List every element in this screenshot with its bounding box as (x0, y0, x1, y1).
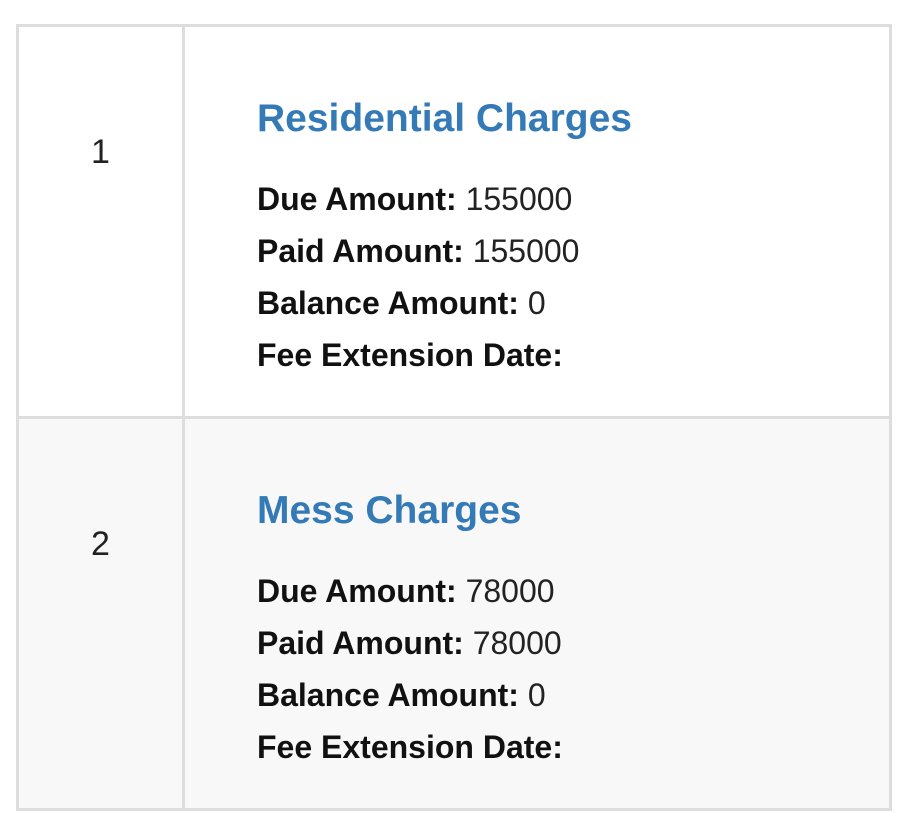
fee-extension-date-label: Fee Extension Date: (257, 337, 563, 373)
charge-details: Residential Charges Due Amount: 155000 P… (182, 24, 892, 419)
row-number: 2 (16, 416, 185, 811)
fee-extension-date-label: Fee Extension Date: (257, 729, 563, 765)
charge-details: Mess Charges Due Amount: 78000 Paid Amou… (182, 416, 892, 811)
balance-amount-label: Balance Amount: (257, 677, 519, 713)
charge-fields: Due Amount: 78000 Paid Amount: 78000 Bal… (257, 565, 889, 773)
balance-amount-label: Balance Amount: (257, 285, 519, 321)
balance-amount-line: Balance Amount: 0 (257, 277, 889, 329)
table-row: 2 Mess Charges Due Amount: 78000 Paid Am… (16, 416, 892, 811)
charge-title: Residential Charges (257, 97, 632, 140)
fee-extension-date-line: Fee Extension Date: (257, 329, 889, 381)
balance-amount-value: 0 (527, 285, 546, 321)
paid-amount-value: 155000 (472, 233, 580, 269)
due-amount-label: Due Amount: (257, 573, 457, 609)
balance-amount-line: Balance Amount: 0 (257, 669, 889, 721)
paid-amount-line: Paid Amount: 155000 (257, 225, 889, 277)
paid-amount-label: Paid Amount: (257, 625, 464, 661)
row-number: 1 (16, 24, 185, 419)
balance-amount-value: 0 (527, 677, 546, 713)
due-amount-line: Due Amount: 155000 (257, 173, 889, 225)
charge-fields: Due Amount: 155000 Paid Amount: 155000 B… (257, 173, 889, 381)
fee-details-table: 1 Residential Charges Due Amount: 155000… (16, 24, 892, 811)
fee-extension-date-line: Fee Extension Date: (257, 721, 889, 773)
charge-title: Mess Charges (257, 489, 522, 532)
due-amount-label: Due Amount: (257, 181, 457, 217)
table-row: 1 Residential Charges Due Amount: 155000… (16, 24, 892, 419)
paid-amount-value: 78000 (472, 625, 562, 661)
paid-amount-label: Paid Amount: (257, 233, 464, 269)
paid-amount-line: Paid Amount: 78000 (257, 617, 889, 669)
due-amount-value: 78000 (465, 573, 555, 609)
due-amount-value: 155000 (465, 181, 573, 217)
due-amount-line: Due Amount: 78000 (257, 565, 889, 617)
